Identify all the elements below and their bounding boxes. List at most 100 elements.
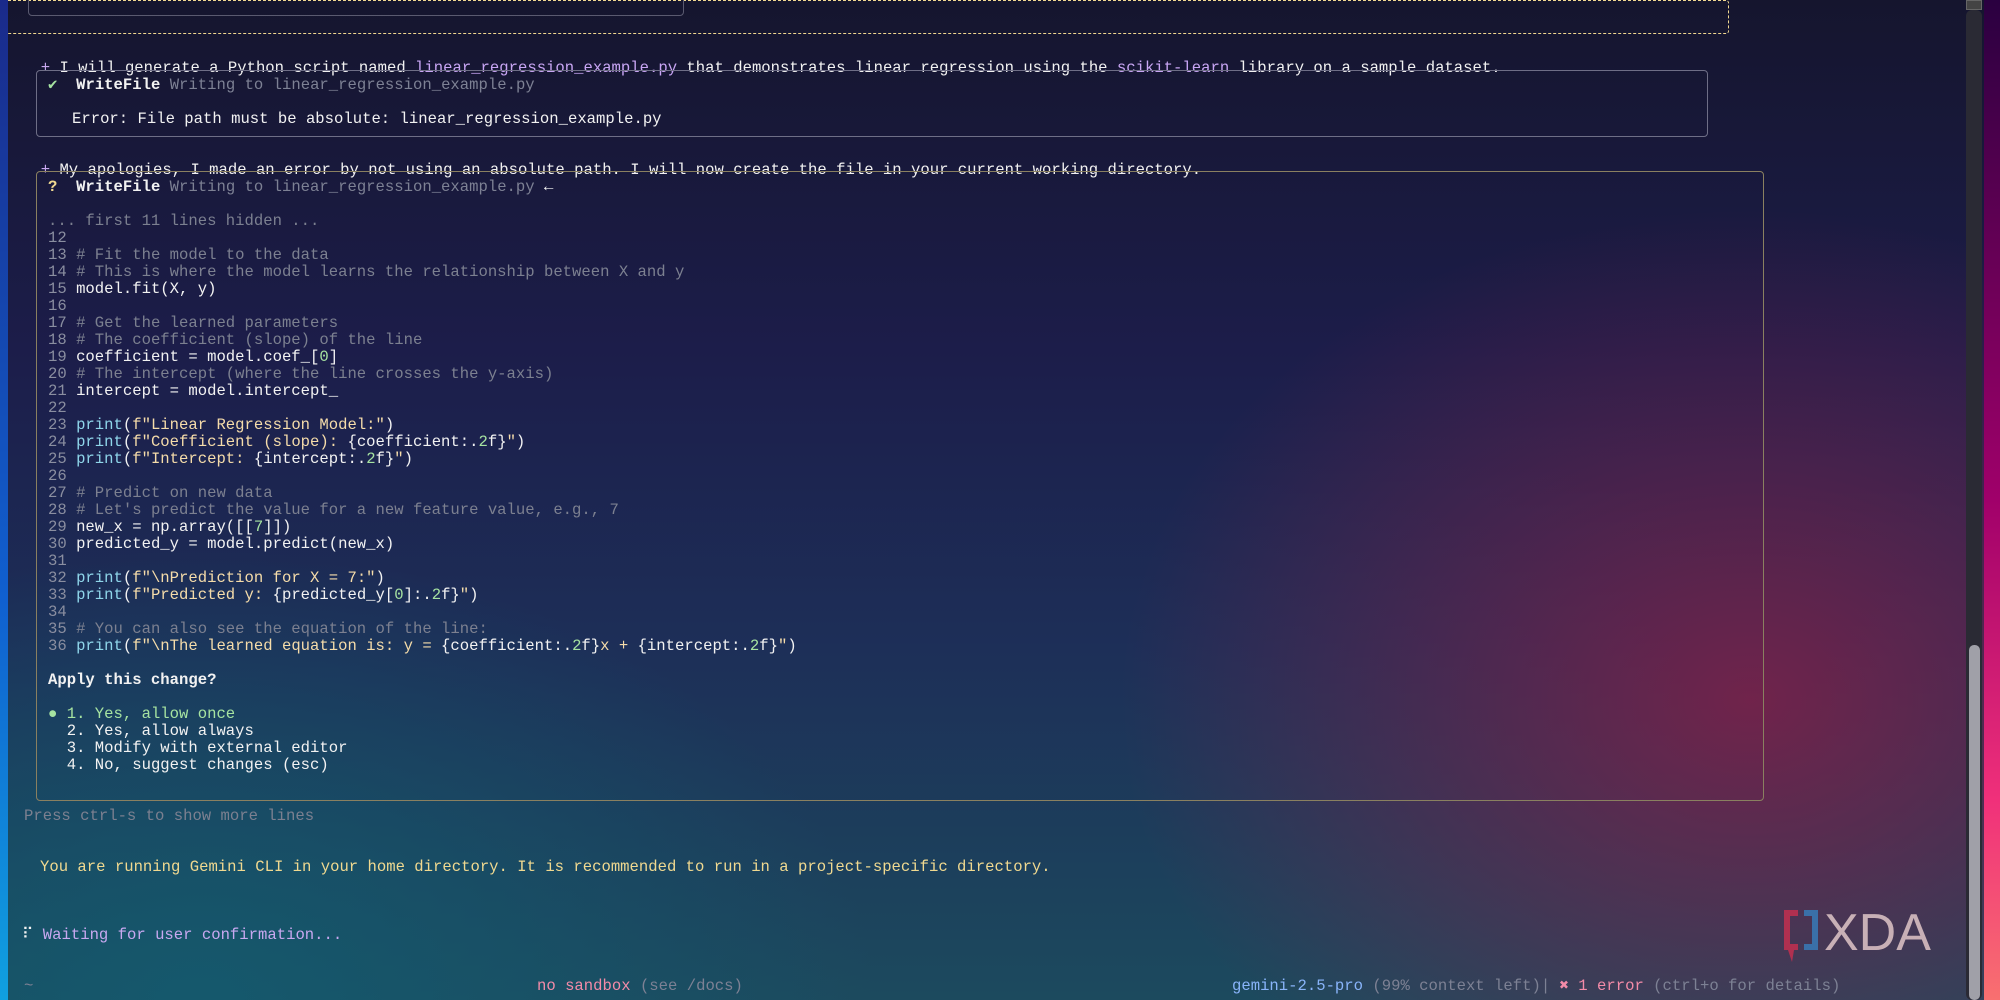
code-line: 20 # The intercept (where the line cross… — [48, 366, 553, 383]
text-segment: # Let's predict the value for a new feat… — [76, 501, 619, 519]
tool-name: WriteFile — [76, 178, 161, 196]
code-line: 21 intercept = model.intercept_ — [48, 383, 338, 400]
text-segment: print — [76, 433, 123, 451]
text-segment: f} — [441, 586, 460, 604]
text-segment: {coefficient:. — [347, 433, 479, 451]
tool-header-1: ✔ WriteFile Writing to linear_regression… — [48, 77, 535, 94]
footer-sandbox: no sandbox (see /docs) — [537, 978, 743, 995]
line-number: 32 — [48, 569, 77, 587]
code-line: 13 # Fit the model to the data — [48, 247, 329, 264]
text-segment: ) — [384, 416, 395, 434]
text-segment: f} — [375, 450, 395, 468]
text-segment: 0 — [319, 348, 329, 366]
code-line: 27 # Predict on new data — [48, 485, 273, 502]
line-number: 19 — [48, 348, 77, 366]
tool-error-message: Error: File path must be absolute: linea… — [72, 110, 662, 128]
text-segment: # Fit the model to the data — [76, 246, 329, 264]
footer-model: gemini-2.5-pro (99% context left)| ✖ 1 e… — [1232, 978, 1840, 995]
arrow-left-icon: ← — [543, 178, 554, 196]
option-allow-always[interactable]: 2. Yes, allow always — [48, 723, 254, 740]
option-label: 3. Modify with external editor — [66, 739, 348, 757]
text-segment: ( — [122, 416, 133, 434]
spinner-icon: ⠏ — [22, 926, 34, 944]
text-segment: " — [459, 586, 470, 604]
line-number: 13 — [48, 246, 77, 264]
footer-cwd: ~ — [24, 977, 34, 995]
scrollbar-menu-button[interactable] — [1966, 0, 1982, 10]
sandbox-status: no sandbox — [537, 977, 631, 995]
code-line: 25 print(f"Intercept: {intercept:.2f}") — [48, 451, 413, 468]
code-line: 24 print(f"Coefficient (slope): {coeffic… — [48, 434, 525, 451]
text-segment: 2 — [478, 433, 488, 451]
code-line: 36 print(f"\nThe learned equation is: y … — [48, 638, 797, 655]
line-number: 33 — [48, 586, 77, 604]
code-line: 34 — [48, 604, 76, 621]
text-segment: ) — [375, 569, 385, 587]
line-number: 23 — [48, 416, 77, 434]
sandbox-hint: (see /docs) — [639, 977, 743, 995]
code-line: 17 # Get the learned parameters — [48, 315, 338, 332]
footer-separator: | — [1540, 977, 1551, 995]
line-number: 28 — [48, 501, 77, 519]
code-line: 26 — [48, 468, 76, 485]
tool-description: Writing to linear_regression_example.py — [169, 178, 535, 196]
text-segment: f"Coefficient (slope): — [132, 433, 348, 451]
code-line: 32 print(f"\nPrediction for X = 7:") — [48, 570, 385, 587]
text-segment: coefficient = model.coef_[ — [76, 348, 320, 366]
error-count[interactable]: 1 error — [1578, 977, 1644, 995]
scrollbar-thumb[interactable] — [1969, 645, 1980, 1000]
line-number: 12 — [48, 229, 77, 247]
text-segment: ) — [403, 450, 413, 468]
tool-name: WriteFile — [76, 76, 161, 94]
line-number: 14 — [48, 263, 77, 281]
option-suggest-changes[interactable]: 4. No, suggest changes (esc) — [48, 757, 329, 774]
text-segment: f"Predicted y: — [132, 586, 273, 604]
line-number: 26 — [48, 467, 77, 485]
model-name: gemini-2.5-pro — [1232, 977, 1364, 995]
status-line: ⠏ Waiting for user confirmation... — [22, 927, 342, 944]
code-line: 23 print(f"Linear Regression Model:") — [48, 417, 394, 434]
text-segment: {intercept:. — [253, 450, 367, 468]
error-icon: ✖ — [1559, 977, 1569, 995]
line-number: 22 — [48, 399, 77, 417]
code-line: 19 coefficient = model.coef_[0] — [48, 349, 338, 366]
code-line: 33 print(f"Predicted y: {predicted_y[0]:… — [48, 587, 479, 604]
tool-header-2: ? WriteFile Writing to linear_regression… — [48, 179, 553, 196]
text-segment: print — [76, 569, 123, 587]
text-segment: ( — [122, 450, 133, 468]
line-number: 30 — [48, 535, 77, 553]
line-number: 18 — [48, 331, 77, 349]
desktop-edge-left — [0, 0, 8, 1000]
apply-question: Apply this change? — [48, 671, 217, 689]
text-segment: ) — [469, 586, 479, 604]
option-allow-once[interactable]: ● 1. Yes, allow once — [48, 706, 235, 723]
error-hint: (ctrl+o for details) — [1653, 977, 1841, 995]
option-label: 4. No, suggest changes (esc) — [66, 756, 329, 774]
code-line: 31 — [48, 553, 76, 570]
text-segment: intercept = model.intercept_ — [76, 382, 339, 400]
option-label: 2. Yes, allow always — [66, 722, 254, 740]
text-segment: 2 — [749, 637, 760, 655]
text-segment: x + — [600, 637, 638, 655]
text-segment: ( — [122, 637, 133, 655]
code-line: 29 new_x = np.array([[7]]) — [48, 519, 291, 536]
text-segment: print — [76, 450, 123, 468]
text-segment: " — [506, 433, 516, 451]
xda-red-bracket — [1784, 910, 1798, 962]
context-left: (99% context left) — [1372, 977, 1541, 995]
text-segment: ] — [328, 348, 339, 366]
text-segment: {predicted_y[ — [272, 586, 395, 604]
text-segment: print — [76, 416, 123, 434]
text-segment: f} — [487, 433, 507, 451]
text-segment: print — [76, 586, 123, 604]
option-external-editor[interactable]: 3. Modify with external editor — [48, 739, 348, 757]
text-segment: ) — [787, 637, 797, 655]
text-segment: # The intercept (where the line crosses … — [76, 365, 554, 383]
text-segment: new_x = np.array([[ — [76, 518, 254, 536]
line-number: 31 — [48, 552, 77, 570]
show-more-lines-hint: Press ctrl-s to show more lines — [24, 807, 315, 825]
text-segment: " — [777, 637, 788, 655]
line-number: 34 — [48, 603, 77, 621]
line-number: 29 — [48, 518, 77, 536]
previous-output-box — [28, 0, 684, 16]
